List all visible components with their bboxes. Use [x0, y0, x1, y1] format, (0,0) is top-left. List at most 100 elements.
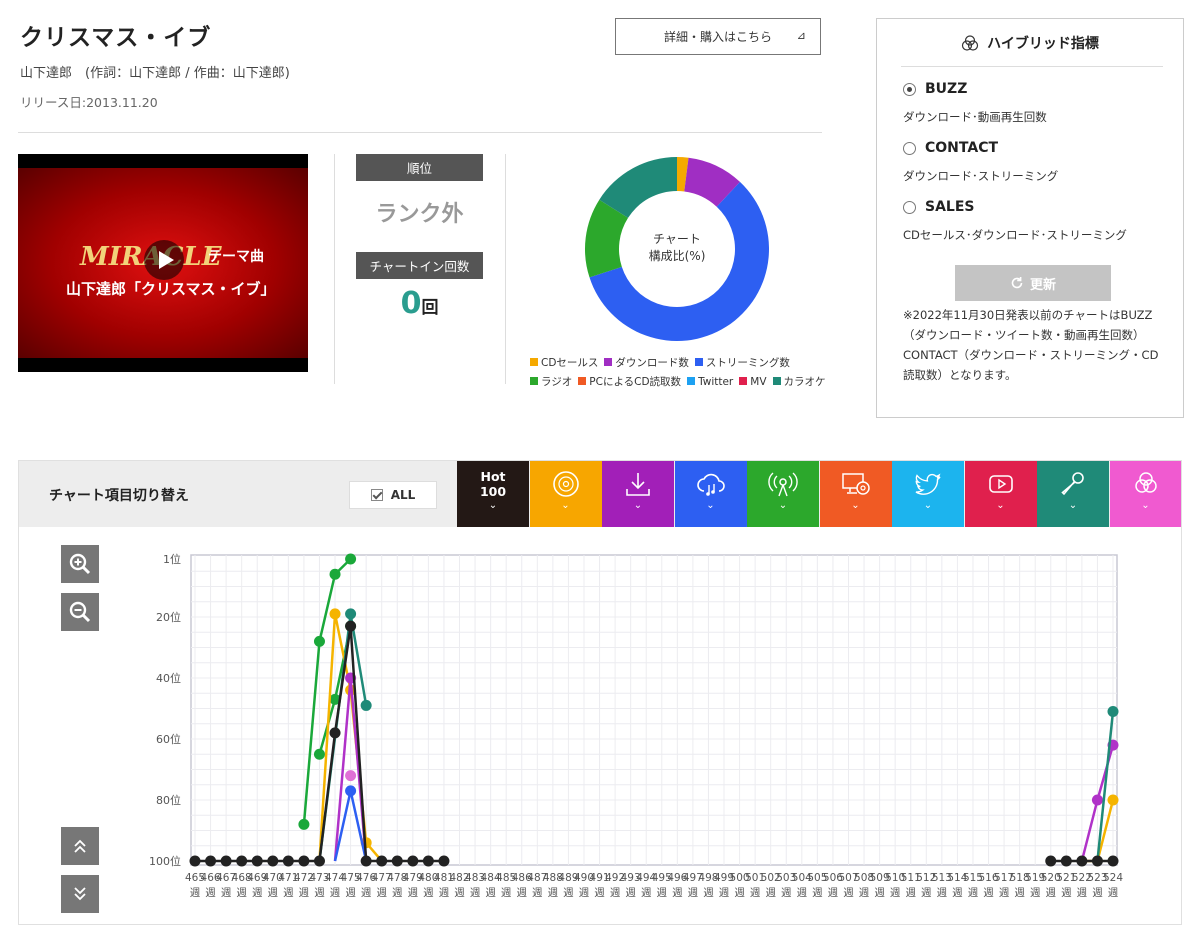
radio-buzz-desc: ダウンロード･動画再生回数 — [903, 110, 1047, 124]
zoom-in-icon — [69, 553, 91, 575]
y-tick-label: 20位 — [156, 610, 181, 624]
x-tick-unit: 週 — [283, 887, 294, 899]
x-tick-unit: 週 — [983, 887, 994, 899]
legend-swatch — [530, 358, 538, 366]
divider — [334, 154, 335, 384]
x-tick-unit: 週 — [221, 887, 232, 899]
legend-item: MV — [739, 376, 767, 388]
chevron-down-icon: ⌄ — [1141, 500, 1150, 511]
x-tick-unit: 週 — [688, 887, 699, 899]
checkbox-checked-icon[interactable] — [370, 489, 383, 501]
donut-legend-row2: ラジオ PCによるCD読取数 Twitter MV カラオケ — [530, 374, 832, 389]
all-toggle[interactable]: ALL — [349, 481, 437, 509]
chart-tile-hot100[interactable]: Hot 100 ⌄ — [457, 461, 529, 527]
chart-tile-radio[interactable]: ⌄ — [747, 461, 819, 527]
release-date: リリース日:2013.11.20 — [20, 95, 158, 110]
legend-swatch — [687, 377, 696, 385]
data-point-download — [1091, 794, 1103, 806]
x-tick-unit: 週 — [594, 887, 605, 899]
x-tick-unit: 週 — [330, 887, 341, 899]
scroll-down-button[interactable] — [61, 875, 99, 913]
scroll-up-button[interactable] — [61, 827, 99, 865]
hybrid-title: ハイブリッド指標 — [877, 33, 1183, 53]
data-point-hot100 — [220, 855, 232, 867]
x-tick-unit: 週 — [750, 887, 761, 899]
arrow-icon: ⊿ — [796, 29, 806, 42]
x-tick-unit: 週 — [190, 887, 201, 899]
video-thumbnail[interactable]: MIRACLE テーマ曲 山下達郎「クリスマス・イブ」 — [18, 154, 308, 372]
chevron-down-icon: ⌄ — [488, 500, 498, 511]
data-point-hot100 — [298, 855, 310, 867]
youtube-icon — [988, 475, 1013, 493]
hot100-line2: 100 — [479, 484, 507, 499]
x-tick-unit: 週 — [999, 887, 1010, 899]
x-tick-unit: 週 — [874, 887, 885, 899]
x-tick-unit: 週 — [952, 887, 963, 899]
legend-swatch — [530, 377, 538, 385]
legend-label: PCによるCD読取数 — [589, 376, 682, 388]
x-tick-unit: 週 — [672, 887, 683, 899]
chart-tile-cd[interactable]: ⌄ — [529, 461, 602, 527]
data-point-hot100 — [313, 855, 325, 867]
x-tick-unit: 週 — [361, 887, 372, 899]
radio-buzz[interactable]: BUZZ — [903, 81, 967, 97]
x-tick-unit: 週 — [1077, 887, 1088, 899]
radio-selected-icon[interactable] — [903, 82, 916, 96]
legend-item: PCによるCD読取数 — [578, 376, 681, 388]
x-tick-unit: 週 — [205, 887, 216, 899]
artist-credit: 山下達郎 (作詞：山下達郎 / 作曲：山下達郎) — [20, 66, 290, 81]
zoom-in-button[interactable] — [61, 545, 99, 583]
chart-tile-download[interactable]: ⌄ — [602, 461, 674, 527]
x-tick-unit: 週 — [345, 887, 356, 899]
x-tick-unit: 週 — [812, 887, 823, 899]
donut-legend-row1: CDセールス ダウンロード数 ストリーミング数 — [530, 355, 796, 370]
chevron-down-icon: ⌄ — [923, 500, 933, 511]
refresh-button[interactable]: 更新 — [955, 265, 1111, 301]
radio-sales[interactable]: SALES — [903, 199, 975, 215]
legend-label: ストリーミング数 — [705, 357, 790, 369]
data-point-mv — [345, 770, 357, 782]
x-tick-unit: 週 — [548, 887, 559, 899]
data-point-hot100 — [1091, 855, 1103, 867]
data-point-radio — [345, 553, 357, 565]
chart-tile-karaoke[interactable]: ⌄ — [1037, 461, 1109, 527]
data-point-hot100 — [236, 855, 248, 867]
radio-buzz-label: BUZZ — [925, 81, 968, 97]
x-tick-unit: 週 — [657, 887, 668, 899]
hybrid-title-text: ハイブリッド指標 — [987, 36, 1099, 52]
chartin-label: チャートイン回数 — [356, 252, 483, 279]
data-point-radio — [298, 818, 310, 830]
data-point-radio — [329, 568, 341, 580]
x-tick-unit: 週 — [937, 887, 948, 899]
x-tick-unit: 週 — [236, 887, 247, 899]
play-icon[interactable] — [144, 240, 184, 280]
radio-contact[interactable]: CONTACT — [903, 140, 998, 156]
x-tick-unit: 週 — [314, 887, 325, 899]
data-point-radio2 — [313, 748, 325, 760]
x-tick-unit: 週 — [703, 887, 714, 899]
song-title: クリスマス・イブ — [20, 25, 212, 51]
donut-center-line2: 構成比(%) — [649, 249, 706, 263]
radio-unselected-icon[interactable] — [903, 200, 916, 214]
chart-tile-youtube[interactable]: ⌄ — [964, 461, 1037, 527]
cd-icon — [552, 471, 579, 497]
chart-tile-twitter[interactable]: ⌄ — [892, 461, 964, 527]
data-point-hot100 — [391, 855, 403, 867]
chevron-down-icon: ⌄ — [778, 500, 788, 511]
refresh-icon — [1011, 277, 1023, 289]
legend-swatch — [772, 377, 781, 385]
detail-purchase-button[interactable]: 詳細・購入はこちら ⊿ — [615, 18, 821, 55]
radio-unselected-icon[interactable] — [903, 141, 916, 155]
chart-tile-pc-cd[interactable]: ⌄ — [819, 461, 892, 527]
x-tick-unit: 週 — [625, 887, 636, 899]
x-tick-unit: 週 — [1108, 887, 1119, 899]
chart-tile-streaming[interactable]: ⌄ — [674, 461, 747, 527]
legend-swatch — [578, 377, 587, 385]
data-point-hot100 — [345, 620, 357, 632]
x-tick-unit: 週 — [501, 887, 512, 899]
legend-item: カラオケ — [772, 376, 826, 388]
chart-tile-hybrid[interactable]: ⌄ — [1109, 461, 1181, 527]
data-point-hot100 — [1076, 855, 1088, 867]
zoom-out-button[interactable] — [61, 593, 99, 631]
refresh-label: 更新 — [1029, 277, 1056, 293]
